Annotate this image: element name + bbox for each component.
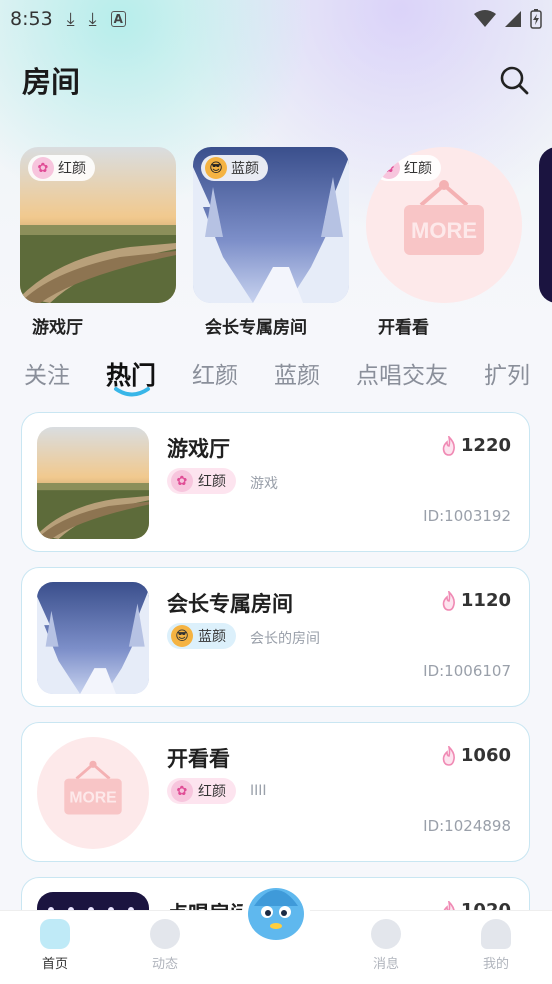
- tab-follow[interactable]: 关注: [24, 356, 70, 400]
- sunset-boardwalk-image: [37, 427, 149, 539]
- red-flower-icon: ✿: [171, 780, 193, 802]
- room-description: IIII: [250, 783, 267, 799]
- nav-label: 我的: [482, 957, 509, 972]
- nav-label: 消息: [372, 957, 399, 972]
- room-description: 游戏: [250, 476, 278, 492]
- room-card[interactable]: 游戏厅 1220 ✿ 红颜 游戏 ID:1003192: [21, 412, 530, 552]
- active-tab-indicator: [114, 387, 150, 397]
- room-heat-value: 1120: [460, 590, 511, 611]
- room-thumbnail: ✿ 红颜: [20, 147, 176, 303]
- status-time: 8:53: [10, 8, 53, 30]
- nav-feed[interactable]: 动态: [110, 919, 220, 972]
- more-sign-text: MORE: [69, 789, 116, 806]
- red-flower-icon: ✿: [378, 157, 400, 179]
- home-icon: [40, 919, 70, 949]
- room-thumbnail: [37, 582, 149, 694]
- tab-red[interactable]: 红颜: [192, 356, 238, 400]
- download-icon: ⤓: [88, 8, 97, 30]
- page-header: 房间: [22, 58, 530, 102]
- room-heat-value: 1060: [460, 745, 511, 766]
- search-icon[interactable]: [498, 64, 530, 96]
- room-id: ID:1003192: [423, 507, 511, 525]
- nav-home[interactable]: 首页: [0, 919, 110, 972]
- featured-rooms: ✿ 红颜 游戏厅 😎 蓝颜 会长专属房间 MORE ✿ 红颜 开看看: [20, 147, 552, 337]
- room-tag: 😎 蓝颜: [201, 155, 268, 181]
- room-thumbnail: MORE: [37, 737, 149, 849]
- room-heat: 1120: [441, 590, 511, 611]
- room-tag: ✿ 红颜: [374, 155, 441, 181]
- room-name: 游戏厅: [32, 318, 83, 337]
- message-icon: [371, 919, 401, 949]
- battery-icon: [530, 9, 542, 29]
- room-heat: 1220: [441, 435, 511, 456]
- room-name: 会长专属房间: [205, 318, 307, 337]
- mascot-icon[interactable]: [240, 876, 312, 948]
- red-flower-icon: ✿: [32, 157, 54, 179]
- nav-label: 首页: [41, 957, 68, 972]
- room-tag-label: 红颜: [198, 474, 226, 490]
- cool-face-icon: 😎: [171, 625, 193, 647]
- cool-face-icon: 😎: [205, 157, 227, 179]
- featured-room-card[interactable]: 😎 蓝颜 会长专属房间: [193, 147, 349, 337]
- room-tag-label: 红颜: [404, 161, 432, 177]
- fire-icon: [442, 590, 455, 611]
- tab-sing[interactable]: 点唱交友: [356, 356, 448, 400]
- room-id: ID:1024898: [423, 817, 511, 835]
- room-thumbnail: 😎 蓝颜: [193, 147, 349, 303]
- planet-icon: [150, 919, 180, 949]
- page-title: 房间: [22, 65, 81, 99]
- room-thumbnail: MORE ✿ 红颜: [366, 147, 522, 303]
- app-notification-icon: A: [110, 11, 126, 27]
- room-tag: ✿ 红颜: [167, 778, 236, 804]
- wifi-icon: [474, 10, 496, 27]
- room-tag: ✿ 红颜: [167, 468, 236, 494]
- nav-messages[interactable]: 消息: [331, 919, 441, 972]
- snowy-forest-image: [37, 582, 149, 694]
- featured-room-card[interactable]: MORE ✿ 红颜 开看看: [366, 147, 522, 337]
- room-thumbnail: [37, 427, 149, 539]
- room-description: 会长的房间: [250, 631, 320, 647]
- room-name: 开看看: [378, 318, 429, 337]
- room-name: 开看看: [167, 747, 230, 771]
- tab-blue[interactable]: 蓝颜: [274, 356, 320, 400]
- more-sign-image: MORE: [37, 737, 149, 849]
- room-heat-value: 1220: [460, 435, 511, 456]
- room-heat: 1060: [441, 745, 511, 766]
- tab-hot[interactable]: 热门: [106, 356, 156, 400]
- room-tag: 😎 蓝颜: [167, 623, 236, 649]
- more-sign-text: MORE: [411, 218, 477, 243]
- room-tag-label: 蓝颜: [231, 161, 259, 177]
- tab-expand[interactable]: 扩列: [484, 356, 530, 400]
- room-name: 会长专属房间: [167, 592, 293, 616]
- room-tag-label: 蓝颜: [198, 629, 226, 645]
- room-id: ID:1006107: [423, 662, 511, 680]
- fire-icon: [442, 745, 455, 766]
- nav-profile[interactable]: 我的: [441, 919, 551, 972]
- featured-room-card[interactable]: ✿ 红颜 游戏厅: [20, 147, 176, 337]
- category-tabs: 关注 热门 红颜 蓝颜 点唱交友 扩列: [24, 356, 552, 400]
- profile-icon: [481, 919, 511, 949]
- room-card[interactable]: MORE 开看看 1060 ✿ 红颜 IIII ID:1024898: [21, 722, 530, 862]
- nav-label: 动态: [151, 957, 178, 972]
- room-tag: ✿ 红颜: [28, 155, 95, 181]
- room-thumbnail: [539, 147, 552, 303]
- red-flower-icon: ✿: [171, 470, 193, 492]
- signal-icon: [505, 11, 521, 27]
- room-tag-label: 红颜: [58, 161, 86, 177]
- room-tag-label: 红颜: [198, 784, 226, 800]
- room-name: 游戏厅: [167, 437, 230, 461]
- download-icon: ⤓: [66, 8, 75, 30]
- room-card[interactable]: 会长专属房间 1120 😎 蓝颜 会长的房间 ID:1006107: [21, 567, 530, 707]
- status-bar: 8:53 ⤓ ⤓ A: [0, 0, 552, 38]
- fire-icon: [442, 435, 455, 456]
- featured-room-card[interactable]: [539, 147, 552, 303]
